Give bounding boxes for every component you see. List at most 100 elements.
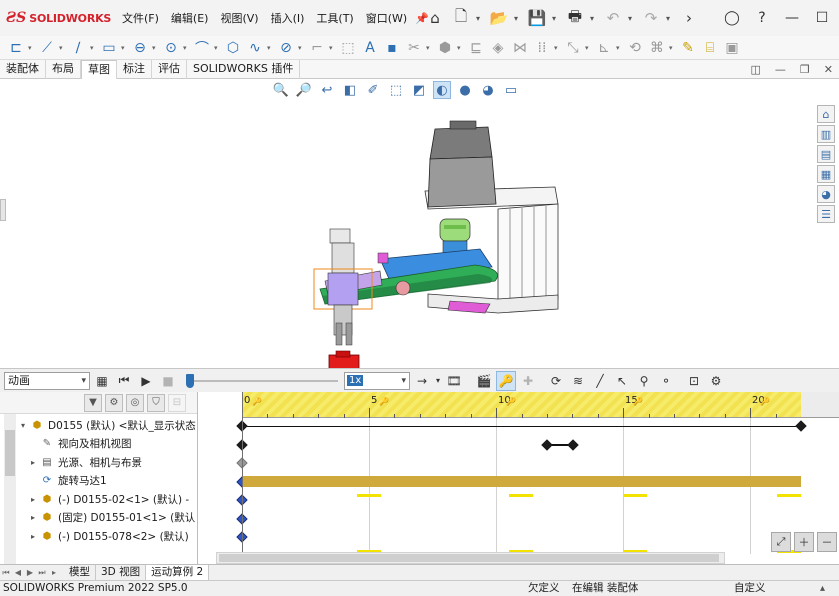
circle-dropdown-icon[interactable]: ▾ xyxy=(183,44,190,52)
menu-edit[interactable]: 编辑(E) xyxy=(165,10,215,26)
time-bar[interactable] xyxy=(242,392,243,564)
stop-icon[interactable]: ■ xyxy=(158,371,178,391)
tab-3d-views[interactable]: 3D 视图 xyxy=(96,564,147,581)
minimize-doc-icon[interactable]: — xyxy=(775,63,786,76)
home-icon[interactable]: ⌂ xyxy=(424,6,446,30)
pattern-dropdown-icon[interactable]: ▾ xyxy=(554,44,561,52)
linear-pattern-icon[interactable]: ⁞⁞ xyxy=(532,38,552,58)
save-animation-icon[interactable]: 🎞 xyxy=(444,371,464,391)
apply-scene-icon[interactable]: ◕ xyxy=(479,81,497,99)
resources-icon[interactable]: ⌂ xyxy=(817,105,835,123)
slider-thumb[interactable] xyxy=(186,373,194,388)
dynamic-annotation-icon[interactable]: ✐ xyxy=(364,81,382,99)
filter-results-icon[interactable]: ⛉ xyxy=(147,393,165,412)
circle-icon[interactable]: ⊙ xyxy=(161,38,181,58)
menu-tools[interactable]: 工具(T) xyxy=(310,10,359,26)
section-view-icon[interactable]: ◧ xyxy=(341,81,359,99)
minimize-icon[interactable]: — xyxy=(779,10,805,26)
zoom-out-icon[interactable]: － xyxy=(817,532,837,552)
ellipse-icon[interactable]: ⊘ xyxy=(276,38,296,58)
text-icon[interactable]: A xyxy=(360,38,380,58)
rectangle-icon[interactable]: ▭ xyxy=(99,38,119,58)
view-settings-icon[interactable]: ▭ xyxy=(502,81,520,99)
gravity-icon[interactable]: ⚬ xyxy=(656,371,676,391)
arc-dropdown-icon[interactable]: ▾ xyxy=(214,44,221,52)
instant2d-icon[interactable]: ⌸ xyxy=(700,38,720,58)
expand-icon[interactable]: ▸ xyxy=(28,532,38,541)
undo-dropdown-icon[interactable]: ▾ xyxy=(628,14,636,23)
play-icon[interactable]: ▶ xyxy=(136,371,156,391)
play-from-start-icon[interactable]: ⏮ xyxy=(114,371,134,391)
user-icon[interactable]: ◯ xyxy=(719,10,745,26)
spring-icon[interactable]: ≋ xyxy=(568,371,588,391)
convert-dropdown-icon[interactable]: ▾ xyxy=(457,44,464,52)
display-style-icon[interactable]: ◩ xyxy=(410,81,428,99)
contact-icon[interactable]: ⚲ xyxy=(634,371,654,391)
tab-model[interactable]: 模型 xyxy=(64,564,96,581)
key-point[interactable] xyxy=(795,420,807,432)
study-type-select[interactable]: 动画 ▾ xyxy=(4,371,90,390)
spline-icon[interactable]: ∿ xyxy=(245,38,265,58)
move-dropdown-icon[interactable]: ▾ xyxy=(585,44,592,52)
shaded-sketch-icon[interactable]: ▣ xyxy=(722,38,742,58)
appearances-icon[interactable]: ◕ xyxy=(817,185,835,203)
tree-scrollbar[interactable] xyxy=(4,414,16,564)
animation-wizard-icon[interactable]: 🎬 xyxy=(474,371,494,391)
fillet-icon[interactable]: ⌐ xyxy=(307,38,327,58)
save-dropdown-icon[interactable]: ▾ xyxy=(552,14,560,23)
rectangle-dropdown-icon[interactable]: ▾ xyxy=(121,44,128,52)
motion-study-properties-icon[interactable]: ⚙ xyxy=(706,371,726,391)
tree-item-camera-views[interactable]: ✎ 视向及相机视图 xyxy=(18,435,197,454)
tab-sketch[interactable]: 草图 xyxy=(81,60,117,79)
custom-properties-icon[interactable]: ☰ xyxy=(817,205,835,223)
playback-slider[interactable] xyxy=(186,371,338,391)
motor-duration-bar[interactable] xyxy=(242,476,801,487)
expand-icon[interactable]: ▸ xyxy=(28,513,38,522)
menu-view[interactable]: 视图(V) xyxy=(214,10,264,26)
snaps-dropdown-icon[interactable]: ▾ xyxy=(669,44,676,52)
smart-dimension-icon[interactable]: ⟋ xyxy=(37,38,57,58)
slot-dropdown-icon[interactable]: ▾ xyxy=(152,44,159,52)
sketch-icon[interactable]: ⊏ xyxy=(6,38,26,58)
expand-icon[interactable]: ▸ xyxy=(28,458,38,467)
menu-insert[interactable]: 插入(I) xyxy=(265,10,311,26)
trim-icon[interactable]: ✂ xyxy=(404,38,424,58)
spline-dropdown-icon[interactable]: ▾ xyxy=(267,44,274,52)
help-icon[interactable]: ? xyxy=(749,10,775,26)
tile-icon[interactable]: ◫ xyxy=(751,63,761,76)
menu-file[interactable]: 文件(F) xyxy=(116,10,165,26)
line-icon[interactable]: ∕ xyxy=(68,38,88,58)
open-dropdown-icon[interactable]: ▾ xyxy=(514,14,522,23)
playback-mode-dropdown-icon[interactable]: ▾ xyxy=(434,371,442,391)
force-icon[interactable]: ↖ xyxy=(612,371,632,391)
new-icon[interactable]: 🗋 xyxy=(450,6,472,30)
filter-driving-icon[interactable]: ⚙ xyxy=(105,393,123,412)
timeline-scrollbar[interactable] xyxy=(216,552,725,564)
assembly-model[interactable] xyxy=(300,99,570,384)
sketch-dropdown-icon[interactable]: ▾ xyxy=(28,44,35,52)
tree-scroll-knob[interactable] xyxy=(5,430,15,476)
new-dropdown-icon[interactable]: ▾ xyxy=(476,14,484,23)
hide-show-items-icon[interactable]: ◐ xyxy=(433,81,451,99)
motor-icon[interactable]: ⟳ xyxy=(546,371,566,391)
playback-speed-select[interactable]: 1x ▾ xyxy=(344,371,410,390)
view-orientation-icon[interactable]: ⬚ xyxy=(387,81,405,99)
zoom-in-icon[interactable]: ＋ xyxy=(794,532,814,552)
tree-item-part[interactable]: ▸ ⬢ (-) D0155-02<1> (默认) - xyxy=(18,490,197,509)
results-plots-icon[interactable]: ⊡ xyxy=(684,371,704,391)
polygon-icon[interactable]: ⬡ xyxy=(223,38,243,58)
design-library-icon[interactable]: ▥ xyxy=(817,125,835,143)
expand-icon[interactable]: ▸ xyxy=(28,495,38,504)
restore-doc-icon[interactable]: ❐ xyxy=(800,63,810,76)
open-icon[interactable]: 📂 xyxy=(488,6,510,30)
repair-sketch-icon[interactable]: ⟲ xyxy=(625,38,645,58)
offset-surface-icon[interactable]: ◈ xyxy=(488,38,508,58)
units-dropdown-icon[interactable]: ▴ xyxy=(820,581,825,596)
key-point[interactable] xyxy=(541,439,553,451)
add-key-icon[interactable]: ✚ xyxy=(518,371,538,391)
mirror-icon[interactable]: ⋈ xyxy=(510,38,530,58)
dimension-dropdown-icon[interactable]: ▾ xyxy=(59,44,66,52)
graphics-area[interactable]: 🔍 🔎 ↩ ◧ ✐ ⬚ ◩ ◐ ● ◕ ▭ ⌂ ▥ ▤ ▦ ◕ ☰ xyxy=(0,79,839,372)
rapid-sketch-icon[interactable]: ✎ xyxy=(678,38,698,58)
tab-motion-study[interactable]: 运动算例 2 xyxy=(146,564,210,581)
